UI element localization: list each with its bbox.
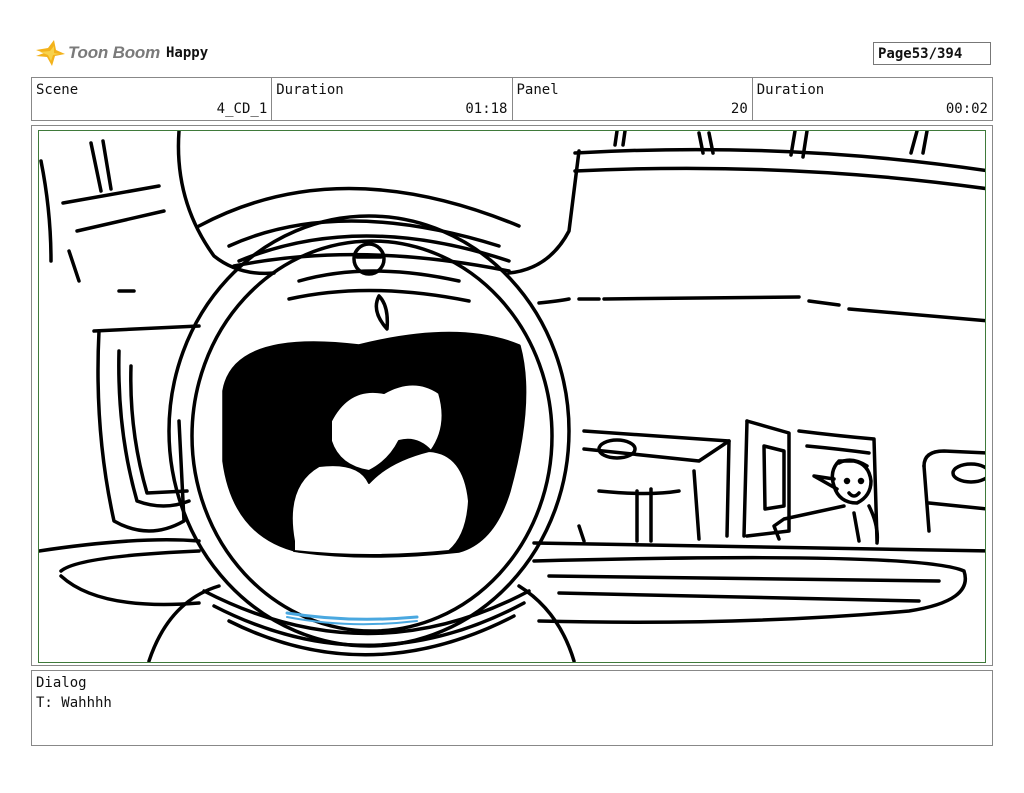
page-number: 53/394 — [911, 45, 963, 62]
page-label: Page — [878, 45, 912, 62]
panel-cell: Panel 20 — [513, 78, 753, 120]
storyboard-panel-image — [38, 130, 986, 663]
toon-boom-star-icon — [36, 40, 65, 66]
scene-value: 4_CD_1 — [216, 101, 268, 117]
storyboard-sketch-icon — [39, 131, 985, 662]
project-title: Happy — [166, 45, 209, 61]
scene-duration-label: Duration — [276, 82, 344, 98]
scene-duration-value: 01:18 — [465, 101, 508, 117]
page-indicator: Page 53/394 — [873, 42, 991, 65]
panel-label: Panel — [516, 82, 559, 98]
panel-duration-label: Duration — [756, 82, 825, 98]
panel-duration-value: 00:02 — [945, 101, 988, 117]
scene-duration-cell: Duration 01:18 — [272, 78, 513, 120]
panel-duration-cell: Duration 00:02 — [753, 78, 992, 120]
scene-label: Scene — [36, 82, 79, 98]
panel-value: 20 — [730, 101, 748, 117]
logo-text: Toon Boom — [68, 43, 160, 62]
toon-boom-logo: Toon Boom — [34, 38, 160, 68]
scene-cell: Scene 4_CD_1 — [32, 78, 273, 120]
dialog-text: T: Wahhhh — [36, 695, 112, 711]
dialog-label: Dialog — [36, 675, 87, 691]
panel-info-row: Scene 4_CD_1 Duration 01:18 Panel 20 Dur… — [31, 77, 993, 121]
dialog-box: Dialog T: Wahhhh — [31, 670, 993, 746]
